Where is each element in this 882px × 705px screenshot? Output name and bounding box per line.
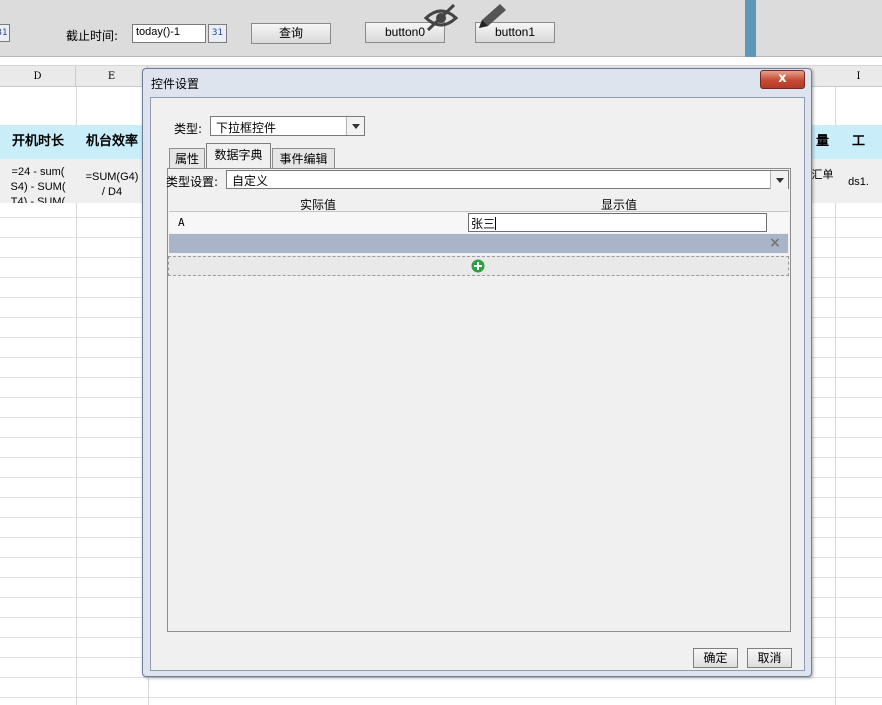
formula-line: S4) - SUM( (10, 181, 66, 193)
close-button[interactable]: x (760, 70, 805, 89)
column-header-actual: 实际值 (300, 198, 337, 212)
tab-data-dictionary[interactable]: 数据字典 (206, 143, 271, 169)
formula-cell-uptime[interactable]: =24 - sum( S4) - SUM( T4) - SUM( (0, 159, 76, 203)
typeset-label: 类型设置: (166, 175, 219, 189)
column-header[interactable]: I (835, 66, 882, 87)
formula-cell-dataset[interactable]: ds1. (835, 159, 882, 203)
formula-line: / D4 (101, 186, 123, 198)
typeset-select-value: 自定义 (232, 174, 269, 188)
table-row[interactable]: A 张三 (169, 212, 789, 233)
header-cell-work[interactable]: 工 (835, 125, 882, 159)
formula-line: =24 - sum( (11, 166, 65, 178)
grid-line (0, 697, 882, 698)
hidden-eye-icon[interactable] (422, 2, 460, 32)
formula-line: =SUM(G4) (85, 171, 139, 183)
column-header[interactable]: E (76, 66, 148, 87)
dictionary-table: 实际值 显示值 A 张三 × (168, 194, 789, 631)
formula-cell-efficiency[interactable]: =SUM(G4) / D4 (76, 159, 148, 203)
calendar-icon[interactable]: 31 (208, 24, 227, 43)
dialog-title: 控件设置 (151, 77, 200, 91)
add-circle-icon[interactable] (471, 259, 485, 273)
dialog-body: 类型: 下拉框控件 属性 数据字典 事件编辑 类型设置: 自定义 实际值 显示值… (150, 97, 805, 671)
header-cell-efficiency[interactable]: 机台效率 (76, 125, 148, 159)
actual-value-cell[interactable]: A (178, 216, 185, 229)
add-row-bar[interactable] (168, 256, 789, 276)
column-header[interactable]: D (0, 66, 76, 87)
type-select-value: 下拉框控件 (216, 121, 277, 135)
text-caret (495, 217, 497, 230)
type-label: 类型: (174, 122, 203, 136)
cancel-button[interactable]: 取消 (747, 648, 792, 668)
typeset-select[interactable]: 自定义 (226, 170, 789, 189)
chevron-down-icon[interactable] (770, 171, 788, 189)
formula-line: T4) - SUM( (10, 196, 66, 203)
type-select[interactable]: 下拉框控件 (210, 116, 365, 136)
formula-cell-summary[interactable]: 汇单 (810, 159, 835, 203)
grid-line (0, 677, 882, 678)
query-button[interactable]: 查询 (251, 23, 331, 44)
pencil-icon[interactable] (474, 1, 510, 33)
toolbar-accent-strip (745, 0, 756, 57)
tab-properties[interactable]: 属性 (169, 148, 205, 169)
display-value-input[interactable]: 张三 (468, 213, 767, 232)
table-header: 实际值 显示值 (169, 194, 789, 212)
header-cell-quantity[interactable]: 量 (810, 125, 835, 159)
deadline-input[interactable]: today()-1 (132, 24, 206, 43)
widget-settings-dialog: 控件设置 x 类型: 下拉框控件 属性 数据字典 事件编辑 类型设置: 自定义 … (142, 68, 812, 677)
calendar-icon[interactable]: 31 (0, 24, 10, 42)
deadline-label: 截止时间: (66, 29, 119, 43)
display-value-text: 张三 (471, 217, 496, 231)
report-toolbar: 31 截止时间: today()-1 31 查询 button0 button1 (0, 0, 882, 57)
delete-row-icon[interactable]: × (768, 235, 782, 251)
tab-event-editor[interactable]: 事件编辑 (272, 148, 335, 169)
chevron-down-icon[interactable] (346, 117, 364, 135)
column-header-display: 显示值 (601, 198, 638, 212)
selected-row-bar[interactable]: × (169, 234, 788, 253)
ok-button[interactable]: 确定 (693, 648, 738, 668)
data-dictionary-panel: 类型设置: 自定义 实际值 显示值 A 张三 × (166, 168, 791, 632)
header-cell-uptime[interactable]: 开机时长 (0, 125, 76, 159)
